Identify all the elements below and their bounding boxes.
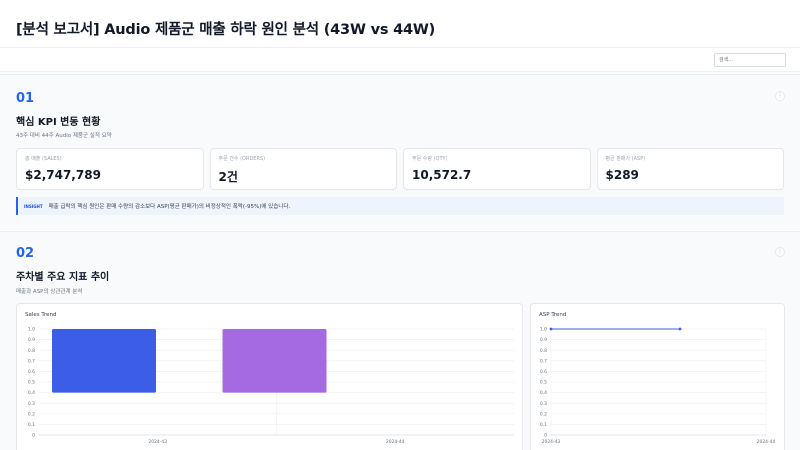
- y-tick-label: 0: [32, 433, 35, 439]
- kpi-card-sales: 총 매출 (SALES) $2,747,789: [16, 148, 204, 190]
- section-trends: 02 ⋮ 주차별 주요 지표 추이 매출과 ASP의 상관관계 분석 Sales…: [0, 231, 800, 450]
- section-number: 02: [16, 246, 35, 261]
- x-tick-label: 2024-44: [757, 439, 776, 445]
- report-header: [분석 보고서] Audio 제품군 매출 하락 원인 분석 (43W vs 4…: [0, 0, 800, 48]
- kpi-label: 주문 건수 (ORDERS): [218, 156, 266, 162]
- kpi-row: 총 매출 (SALES) $2,747,789 주문 건수 (ORDERS) 2…: [16, 148, 784, 190]
- kpi-card-asp: 평균 판매가 (ASP) $289: [596, 148, 784, 190]
- insight-callout: INSIGHT 매출 급락의 핵심 원인은 판매 수량의 감소보다 ASP(평균…: [16, 197, 784, 215]
- report-page: [분석 보고서] Audio 제품군 매출 하락 원인 분석 (43W vs 4…: [0, 0, 800, 450]
- y-tick-label: 0.7: [28, 358, 35, 364]
- y-tick-label: 0.5: [28, 380, 35, 386]
- y-tick-label: 0.2: [540, 411, 547, 417]
- kpi-label: 평균 판매가 (ASP): [605, 156, 646, 162]
- kpi-label: 총 매출 (SALES): [25, 156, 62, 162]
- section-subtitle: 43주 대비 44주 Audio 제품군 실적 요약: [16, 133, 112, 139]
- y-tick-label: 0.3: [540, 401, 547, 407]
- y-tick-label: 0.5: [540, 380, 547, 386]
- section-kpi: 01 ⋮ 핵심 KPI 변동 현황 43주 대비 44주 Audio 제품군 실…: [0, 74, 800, 230]
- section-subtitle: 매출과 ASP의 상관관계 분석: [16, 289, 83, 295]
- y-tick-label: 1.0: [28, 327, 35, 333]
- toolbar: [0, 48, 800, 72]
- y-tick-label: 0.9: [540, 337, 547, 343]
- more-options-icon[interactable]: ⋮: [775, 247, 785, 257]
- search-input[interactable]: [714, 53, 786, 67]
- chart-title: ASP Trend: [539, 312, 567, 318]
- kpi-card-orders: 주문 건수 (ORDERS) 2건: [209, 148, 397, 190]
- y-tick-label: 0.9: [28, 337, 35, 343]
- y-tick-label: 1.0: [540, 327, 547, 333]
- kpi-value: 2건: [218, 170, 238, 184]
- y-tick-label: 0.8: [28, 348, 35, 354]
- chart-title: Sales Trend: [25, 312, 57, 318]
- x-tick-label: 2024-43: [542, 439, 561, 445]
- x-tick-label: 2024-43: [148, 439, 167, 445]
- insight-text: 매출 급락의 핵심 원인은 판매 수량의 감소보다 ASP(평균 판매가)의 비…: [48, 204, 291, 210]
- kpi-value: 10,572.7: [412, 168, 472, 182]
- kpi-value: $289: [605, 168, 639, 182]
- y-tick-label: 0.2: [28, 411, 35, 417]
- kpi-label: 주문 수량 (QTY): [412, 156, 448, 162]
- section-title: 핵심 KPI 변동 현황: [16, 117, 101, 128]
- bar: [222, 329, 327, 393]
- y-tick-label: 0.3: [28, 401, 35, 407]
- y-tick-label: 0.6: [28, 369, 35, 375]
- section-number: 01: [16, 91, 35, 106]
- sales-trend-chart: 0 0.1 0.2 0.3 0.4 0.5 0.6 0.7 0.8 0.9 1.0 2024-43 20…: [28, 327, 514, 445]
- data-point: [549, 327, 553, 331]
- y-tick-label: 0.4: [540, 390, 547, 396]
- more-options-icon[interactable]: ⋮: [775, 91, 785, 101]
- page-title: [분석 보고서] Audio 제품군 매출 하락 원인 분석 (43W vs 4…: [16, 22, 436, 38]
- section-title: 주차별 주요 지표 추이: [16, 272, 110, 283]
- asp-trend-card: ASP Trend 0 0.1 0.2 0.3 0.4 0.5 0.6 0.7 0.8 0.9 1.…: [530, 303, 785, 450]
- y-tick-label: 0.4: [28, 390, 35, 396]
- asp-trend-chart: 0 0.1 0.2 0.3 0.4 0.5 0.6 0.7 0.8 0.9 1.0 2024-43 20…: [540, 327, 776, 445]
- data-point: [678, 327, 682, 331]
- y-tick-label: 0.6: [540, 369, 547, 375]
- kpi-card-qty: 주문 수량 (QTY) 10,572.7: [403, 148, 591, 190]
- y-tick-label: 0.1: [540, 422, 547, 428]
- y-tick-label: 0.7: [540, 358, 547, 364]
- sales-trend-card: Sales Trend 0 0.1 0.2 0.3 0.4 0.5 0.6 0.7 0.8 0.9…: [16, 303, 523, 450]
- y-tick-label: 0: [544, 433, 547, 439]
- y-tick-label: 0.8: [540, 348, 547, 354]
- x-tick-label: 2024-44: [386, 439, 405, 445]
- y-tick-label: 0.1: [28, 422, 35, 428]
- kpi-value: $2,747,789: [25, 168, 101, 182]
- insight-tag: INSIGHT: [24, 203, 43, 209]
- bar: [52, 329, 156, 393]
